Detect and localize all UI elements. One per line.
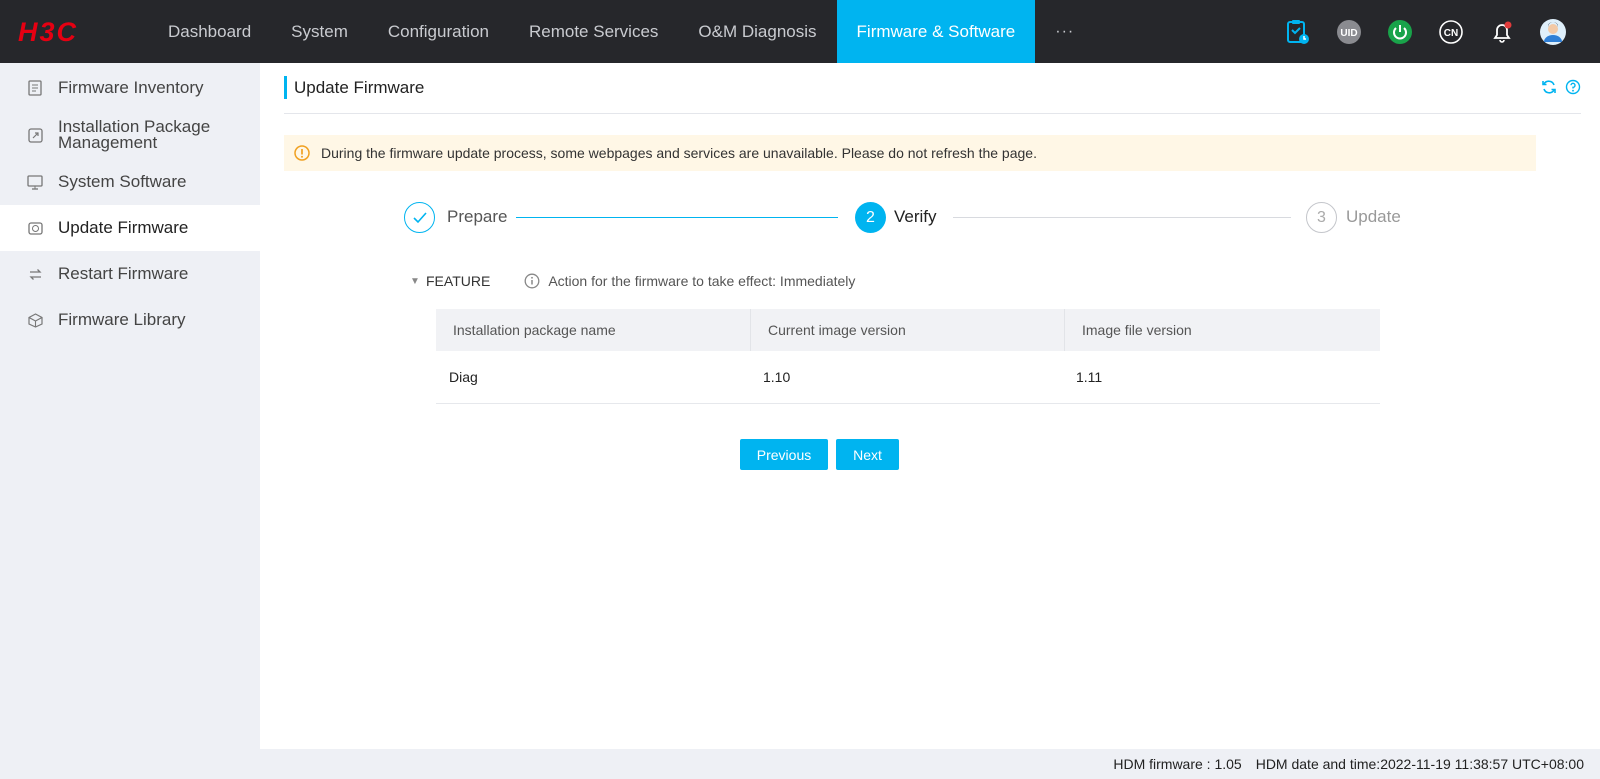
sidebar-item-restart-firmware[interactable]: Restart Firmware <box>0 251 260 297</box>
page-header: Update Firmware <box>284 75 1581 114</box>
datetime-text: HDM date and time:2022-11-19 11:38:57 UT… <box>1255 756 1584 772</box>
sidebar-item-installation-package-management[interactable]: Installation Package Management <box>0 111 260 159</box>
table-cell: Diag <box>449 369 478 385</box>
column-header: Current image version <box>750 309 1064 351</box>
sidebar-item-update-firmware[interactable]: Update Firmware <box>0 205 260 251</box>
step-2-label: Verify <box>894 207 937 226</box>
status-footer: HDM firmware : 1.05 HDM date and time:20… <box>0 749 1600 779</box>
step-2-active-circle: 2 <box>855 202 886 233</box>
checkmark-icon <box>412 211 427 223</box>
nav-dashboard[interactable]: Dashboard <box>148 0 271 63</box>
top-navigation-bar: H3C Dashboard System Configuration Remot… <box>0 0 1600 63</box>
firmware-version-text: HDM firmware : 1.05 <box>1113 756 1242 772</box>
nav-configuration[interactable]: Configuration <box>368 0 509 63</box>
header-icon-group <box>1541 79 1581 95</box>
top-icon-group: UID CN <box>1272 0 1600 63</box>
sidebar-item-label: System Software <box>58 172 187 191</box>
table-cell: 1.11 <box>1076 369 1103 385</box>
step-1-done-circle <box>404 202 435 233</box>
help-icon[interactable] <box>1565 79 1581 95</box>
uid-icon[interactable]: UID <box>1323 0 1374 63</box>
page-title: Update Firmware <box>294 78 425 97</box>
table-cell: 1.10 <box>763 369 791 385</box>
library-icon <box>26 311 44 329</box>
package-icon <box>26 126 44 144</box>
step-3-label: Update <box>1346 207 1401 226</box>
nav-more[interactable]: ··· <box>1035 0 1094 63</box>
table-header: Installation package name Current image … <box>436 309 1380 351</box>
main-nav: Dashboard System Configuration Remote Se… <box>148 0 1094 63</box>
sidebar-item-label: Restart Firmware <box>58 264 189 283</box>
sidebar-item-label: Firmware Library <box>58 310 186 329</box>
logo-text: H3C <box>18 20 78 44</box>
info-icon <box>524 273 540 289</box>
title-accent-bar <box>284 76 287 99</box>
nav-system[interactable]: System <box>271 0 368 63</box>
nav-remote-services[interactable]: Remote Services <box>509 0 678 63</box>
language-cn-icon[interactable]: CN <box>1425 0 1476 63</box>
task-clipboard-icon[interactable] <box>1272 0 1323 63</box>
collapse-caret-icon[interactable]: ▼ <box>410 276 422 287</box>
sidebar-item-label: Firmware Inventory <box>58 78 204 97</box>
user-avatar-icon[interactable] <box>1527 0 1578 63</box>
language-label: CN <box>1443 28 1457 39</box>
progress-stepper: Prepare 2 Verify 3 Update <box>404 202 1420 234</box>
previous-button[interactable]: Previous <box>740 439 828 470</box>
bell-icon[interactable] <box>1476 0 1527 63</box>
column-header: Image file version <box>1064 309 1378 351</box>
sidebar-item-firmware-library[interactable]: Firmware Library <box>0 297 260 343</box>
feature-section-header: ▼ FEATURE Action for the firmware to tak… <box>410 271 855 291</box>
h3c-logo[interactable]: H3C <box>0 0 148 63</box>
warning-icon <box>294 145 310 161</box>
effect-text: Action for the firmware to take effect: … <box>548 273 856 289</box>
step-3-pending-circle: 3 <box>1306 202 1337 233</box>
next-button[interactable]: Next <box>836 439 899 470</box>
sidebar-item-system-software[interactable]: System Software <box>0 159 260 205</box>
sidebar-item-label: Update Firmware <box>58 218 189 237</box>
update-icon <box>26 219 44 237</box>
notice-text: During the firmware update process, some… <box>321 145 1037 161</box>
nav-om-diagnosis[interactable]: O&M Diagnosis <box>678 0 836 63</box>
sidebar: Firmware Inventory Installation Package … <box>0 63 260 749</box>
inventory-icon <box>26 79 44 97</box>
table-row: Diag 1.10 1.11 <box>436 351 1380 404</box>
sidebar-item-label: Installation Package Management <box>58 117 211 152</box>
column-header: Installation package name <box>453 322 616 338</box>
restart-icon <box>26 265 44 283</box>
feature-label: FEATURE <box>426 273 491 289</box>
step-1-label: Prepare <box>447 207 508 226</box>
uid-label: UID <box>1340 28 1357 39</box>
step-connector-2 <box>953 217 1291 218</box>
wizard-buttons: Previous Next <box>740 439 899 470</box>
nav-firmware-software[interactable]: Firmware & Software <box>836 0 1036 63</box>
power-icon[interactable] <box>1374 0 1425 63</box>
refresh-icon[interactable] <box>1541 79 1557 95</box>
sidebar-item-firmware-inventory[interactable]: Firmware Inventory <box>0 65 260 111</box>
step-connector-1 <box>516 217 838 218</box>
main-content: Update Firmware During the firmware upda… <box>260 63 1600 749</box>
monitor-icon <box>26 173 44 191</box>
firmware-table: Installation package name Current image … <box>436 309 1380 404</box>
warning-notice: During the firmware update process, some… <box>284 135 1536 171</box>
